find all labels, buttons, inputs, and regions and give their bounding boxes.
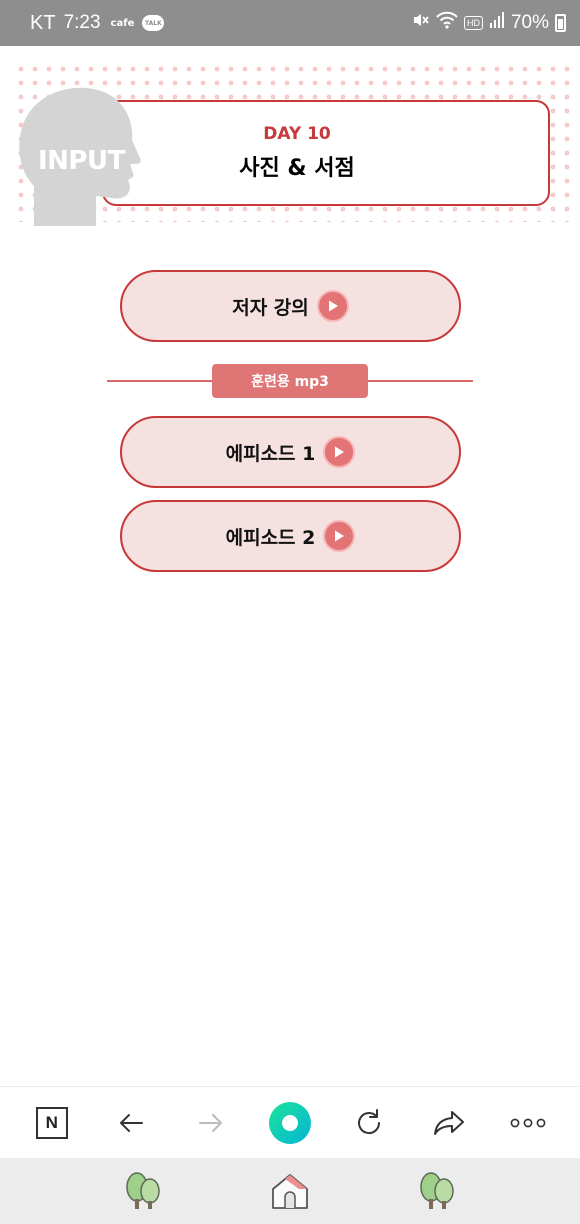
wifi-icon: [436, 11, 458, 35]
tree-icon: [126, 1172, 161, 1209]
green-window-button[interactable]: [266, 1099, 314, 1147]
more-icon: [510, 1118, 546, 1127]
dock-home-button[interactable]: [265, 1166, 315, 1216]
carrier-label: KT: [30, 11, 56, 34]
author-lecture-label: 저자 강의: [232, 296, 309, 319]
naver-home-button[interactable]: N: [28, 1099, 76, 1147]
play-icon: [323, 436, 356, 468]
app-screen: KT 7:23 cafe TALK HD 70% INPUT DAY 10 사진…: [0, 0, 580, 1224]
cafe-notification-icon: cafe: [110, 17, 135, 29]
browser-toolbar: N: [0, 1086, 580, 1158]
tree-icon: [419, 1172, 454, 1209]
naver-icon: N: [35, 1106, 68, 1139]
dock-left-button[interactable]: [118, 1166, 168, 1216]
kakaotalk-notification-icon: TALK: [142, 15, 165, 31]
green-circle-icon: [268, 1101, 311, 1144]
mp3-section-tag: 훈련용 mp3: [212, 364, 368, 398]
back-button[interactable]: [107, 1099, 155, 1147]
mute-icon: [412, 11, 430, 35]
status-right: HD 70%: [412, 11, 566, 35]
battery-percent: 70%: [510, 12, 549, 33]
more-button[interactable]: [504, 1099, 552, 1147]
episode-1-button[interactable]: 에피소드 1: [120, 416, 461, 488]
share-button[interactable]: [425, 1099, 473, 1147]
back-arrow-icon: [120, 1113, 144, 1132]
play-icon: [323, 520, 356, 552]
episode-2-label: 에피소드 2: [225, 526, 316, 549]
refresh-icon: [358, 1108, 381, 1134]
page-title: 사진 & 서점: [239, 156, 355, 181]
refresh-button[interactable]: [345, 1099, 393, 1147]
author-lecture-button[interactable]: 저자 강의: [120, 270, 461, 342]
day-label: DAY 10: [263, 124, 331, 144]
play-icon: [316, 290, 349, 322]
status-bar: KT 7:23 cafe TALK HD 70%: [0, 0, 580, 46]
episode-1-label: 에피소드 1: [225, 442, 316, 465]
bottom-dock: [0, 1158, 580, 1224]
battery-icon: [555, 14, 566, 32]
status-left: KT 7:23 cafe TALK: [30, 11, 165, 35]
clock: 7:23: [63, 12, 101, 33]
forward-arrow-icon: [198, 1113, 222, 1132]
episode-2-button[interactable]: 에피소드 2: [120, 500, 461, 572]
forward-button[interactable]: [187, 1099, 235, 1147]
signal-icon: [489, 11, 505, 35]
home-icon: [272, 1174, 308, 1209]
hd-icon: HD: [463, 16, 483, 30]
share-icon: [433, 1110, 464, 1135]
dock-right-button[interactable]: [412, 1166, 462, 1216]
